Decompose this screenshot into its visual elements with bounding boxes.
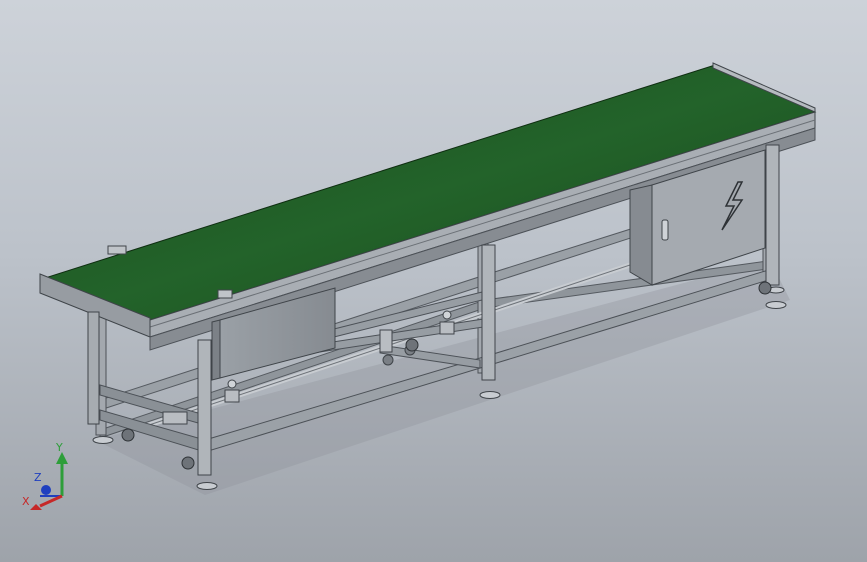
axis-x-label: X: [22, 495, 30, 508]
triad-axes: [30, 452, 68, 510]
coordinate-triad[interactable]: Y Z X: [18, 440, 78, 520]
cad-viewport[interactable]: Y Z X: [0, 0, 867, 562]
conveyor-model[interactable]: [0, 0, 867, 562]
axis-z-label: Z: [34, 471, 42, 484]
axis-y-label: Y: [56, 441, 63, 454]
